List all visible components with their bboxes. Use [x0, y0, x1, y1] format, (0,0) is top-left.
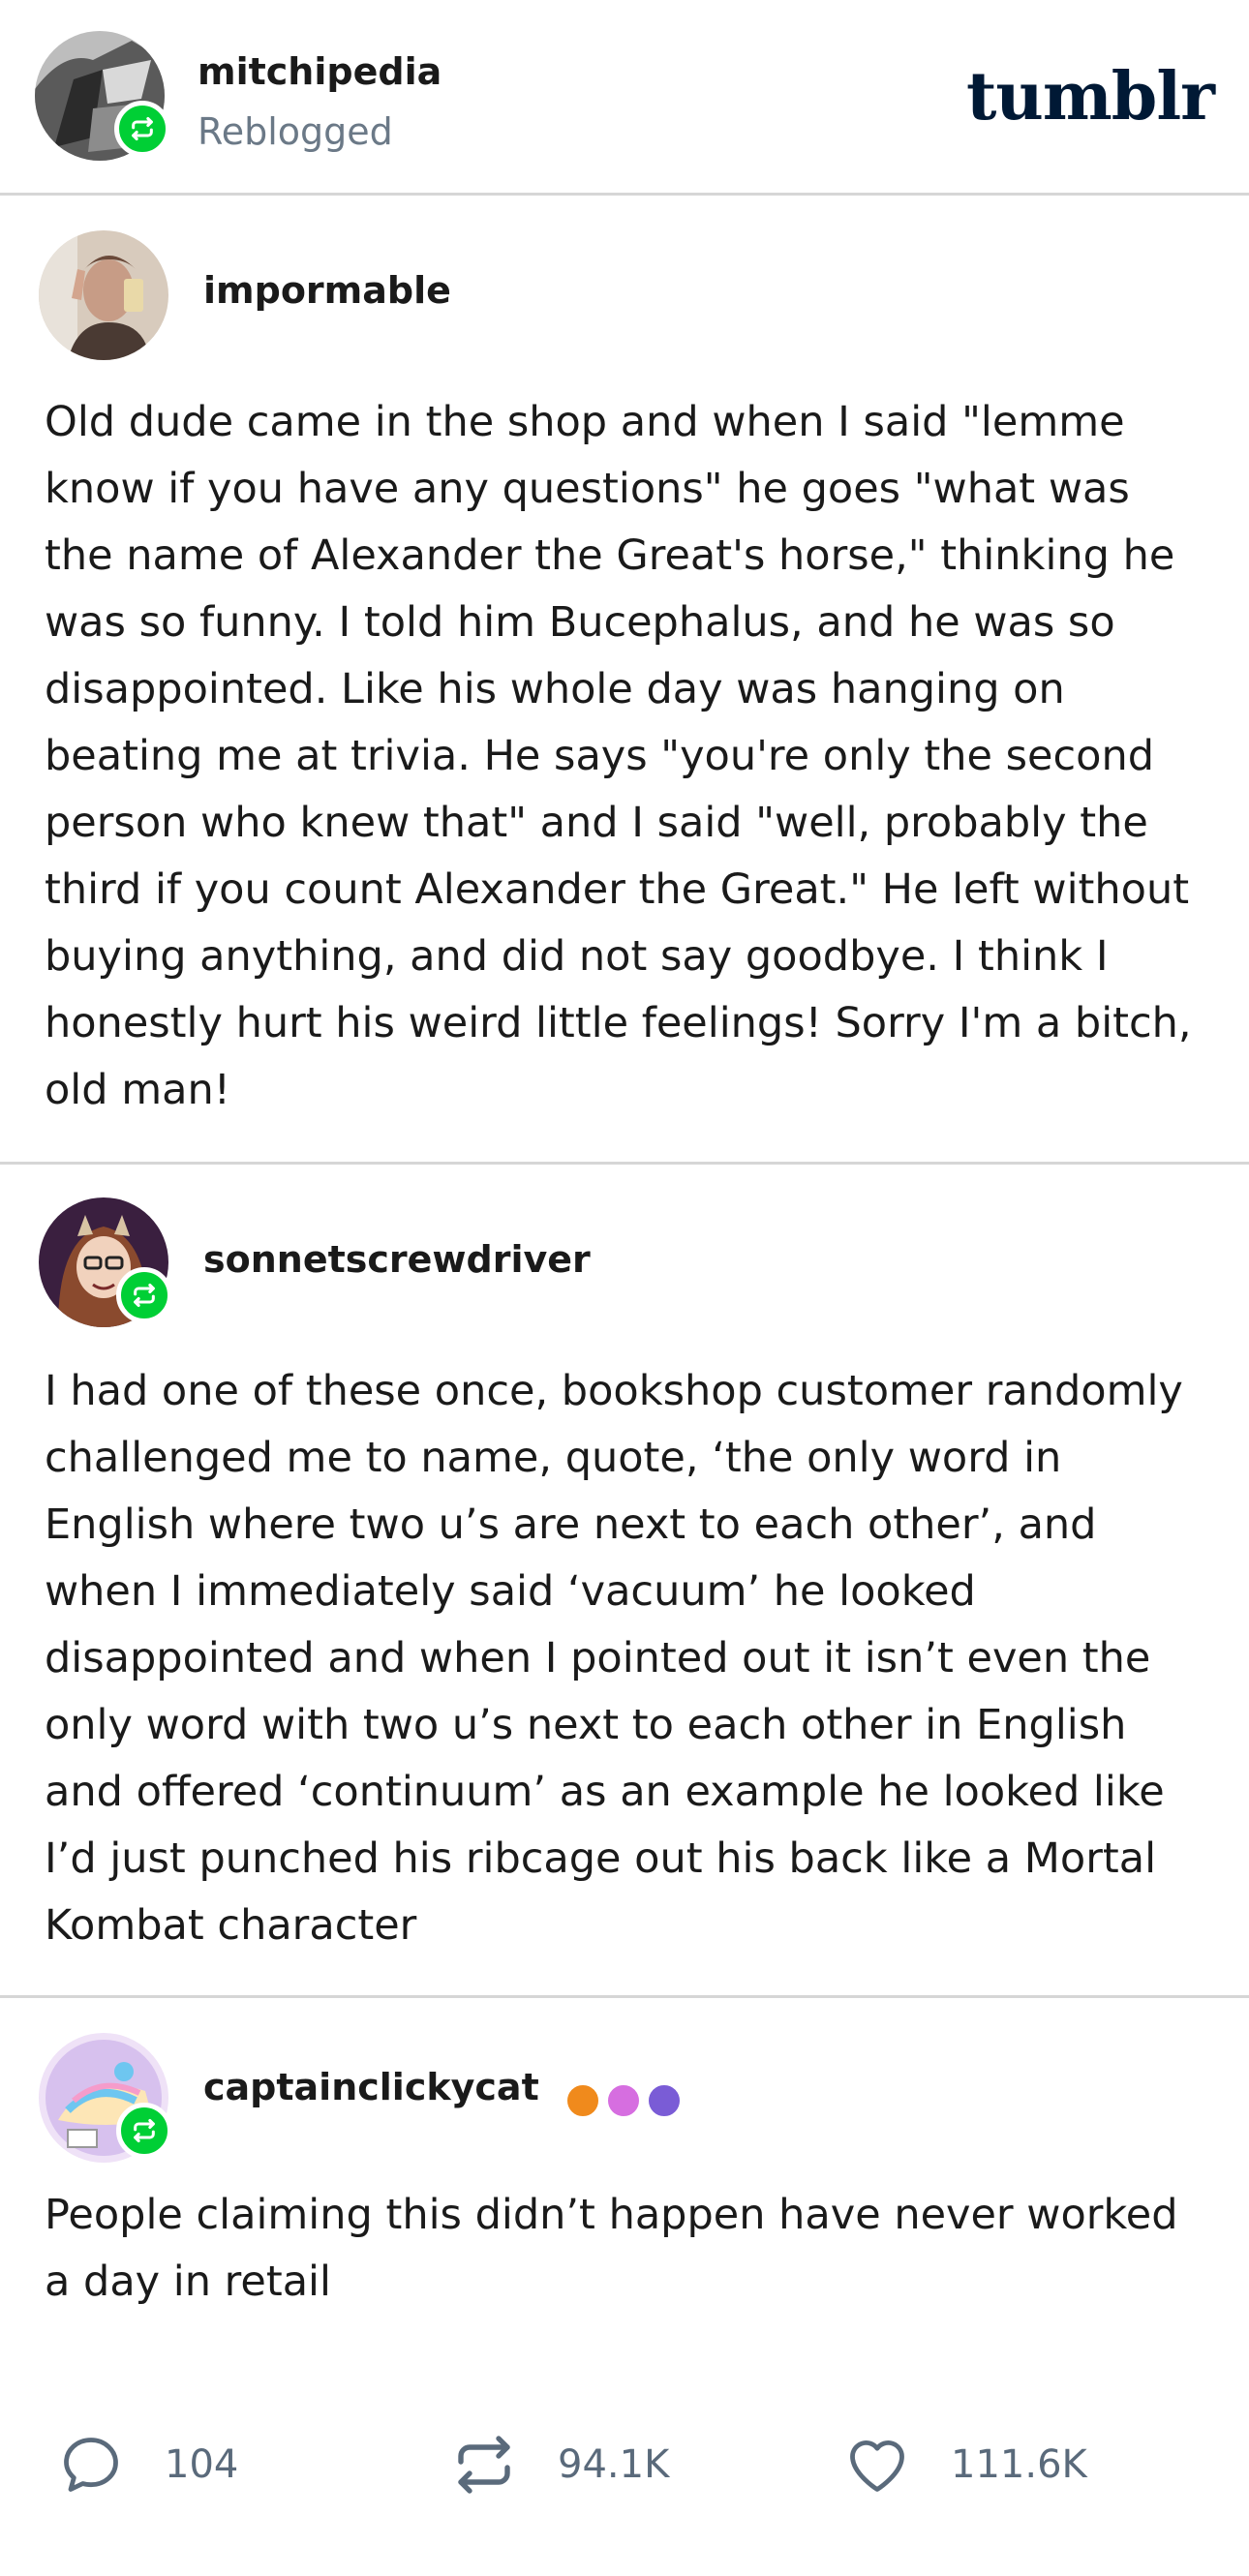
reply-icon [64, 2438, 118, 2492]
post-header: mitchipedia Reblogged tumblr [0, 0, 1249, 196]
reblogger-avatar[interactable] [35, 31, 170, 161]
impormable-avatar[interactable] [39, 230, 168, 360]
reblogs-count: 94.1K [558, 2442, 670, 2487]
impormable-avatar-image [39, 230, 168, 360]
post-body: I had one of these once, bookshop custom… [45, 1367, 1183, 1950]
post-username[interactable]: captainclickycat [203, 2066, 539, 2108]
post-body: People claiming this didn’t happen have … [45, 2191, 1178, 2306]
likes-count: 111.6K [951, 2442, 1087, 2487]
post-username[interactable]: impormable [203, 269, 451, 312]
user-badges [565, 2083, 682, 2118]
reblog-badge-icon [114, 101, 170, 157]
sonnetscrewdriver-avatar[interactable] [39, 1197, 172, 1327]
reblog-badge-icon [116, 2103, 172, 2159]
post-username[interactable]: sonnetscrewdriver [203, 1238, 591, 1281]
reblog-icon [458, 2436, 510, 2494]
reblogs-stat[interactable]: 94.1K [449, 2430, 669, 2500]
paw-badge-icon [647, 2083, 682, 2118]
like-icon [850, 2440, 904, 2492]
captainclickycat-avatar[interactable] [39, 2033, 172, 2163]
paw-badge-icon [565, 2083, 600, 2118]
reblogger-username[interactable]: mitchipedia [198, 50, 442, 93]
replies-stat[interactable]: 104 [56, 2430, 238, 2500]
post-body: Old dude came in the shop and when I sai… [45, 398, 1192, 1114]
post-impormable: impormable Old dude came in the shop and… [0, 196, 1249, 1165]
likes-stat[interactable]: 111.6K [842, 2430, 1087, 2500]
reblog-badge-icon [116, 1267, 172, 1323]
post-sonnetscrewdriver: sonnetscrewdriver I had one of these onc… [0, 1165, 1249, 1998]
reblogged-label: Reblogged [198, 110, 393, 153]
paw-badge-icon [606, 2083, 641, 2118]
tumblr-logo[interactable]: tumblr [966, 58, 1215, 136]
replies-count: 104 [165, 2442, 239, 2487]
